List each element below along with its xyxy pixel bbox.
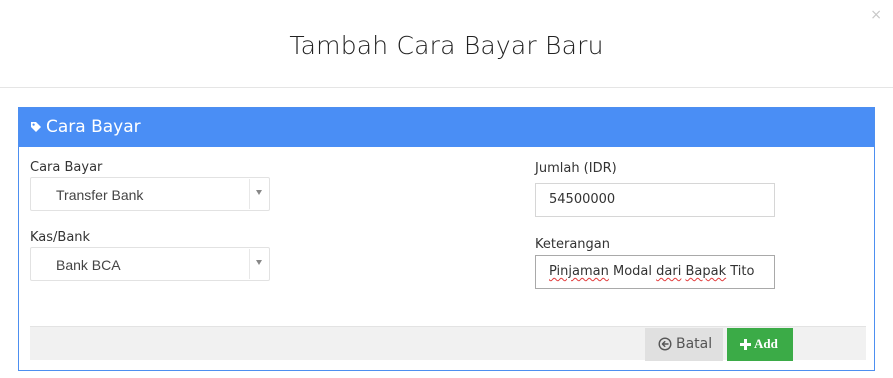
keterangan-word: Bapak bbox=[685, 264, 727, 279]
jumlah-label: Jumlah (IDR) bbox=[535, 161, 617, 176]
chevron-down-icon bbox=[249, 179, 268, 209]
keterangan-word: Pinjaman bbox=[549, 264, 609, 279]
cara-bayar-select[interactable]: Transfer Bank bbox=[30, 177, 270, 211]
add-button[interactable]: Add bbox=[727, 328, 793, 361]
panel-heading: Cara Bayar bbox=[19, 108, 874, 147]
close-icon[interactable]: × bbox=[870, 7, 882, 23]
modal-title: Tambah Cara Bayar Baru bbox=[289, 31, 604, 60]
kas-bank-label: Kas/Bank bbox=[30, 230, 91, 245]
chevron-down-icon bbox=[249, 249, 268, 279]
kas-bank-value: Bank BCA bbox=[56, 257, 121, 273]
add-label: Add bbox=[754, 336, 778, 351]
cara-bayar-panel: Cara Bayar Cara Bayar Transfer Bank Kas/… bbox=[18, 107, 875, 371]
cara-bayar-value: Transfer Bank bbox=[56, 187, 144, 203]
keterangan-label: Keterangan bbox=[535, 237, 610, 252]
modal-header: Tambah Cara Bayar Baru × bbox=[0, 0, 893, 88]
jumlah-input[interactable]: 54500000 bbox=[535, 183, 775, 217]
form-footer: Batal Add bbox=[30, 326, 866, 361]
tag-icon bbox=[31, 122, 41, 132]
kas-bank-select[interactable]: Bank BCA bbox=[30, 247, 270, 281]
panel-title: Cara Bayar bbox=[46, 117, 141, 137]
keterangan-word: Tito bbox=[730, 264, 755, 279]
keterangan-word: dari bbox=[656, 264, 682, 279]
plus-icon bbox=[740, 339, 751, 350]
batal-button[interactable]: Batal bbox=[645, 328, 723, 361]
cara-bayar-label: Cara Bayar bbox=[30, 160, 103, 175]
batal-label: Batal bbox=[676, 336, 713, 352]
keterangan-word: Modal bbox=[613, 264, 652, 279]
keterangan-input[interactable]: Pinjaman Modal dari Bapak Tito bbox=[535, 255, 775, 289]
arrow-circle-left-icon bbox=[658, 337, 672, 351]
